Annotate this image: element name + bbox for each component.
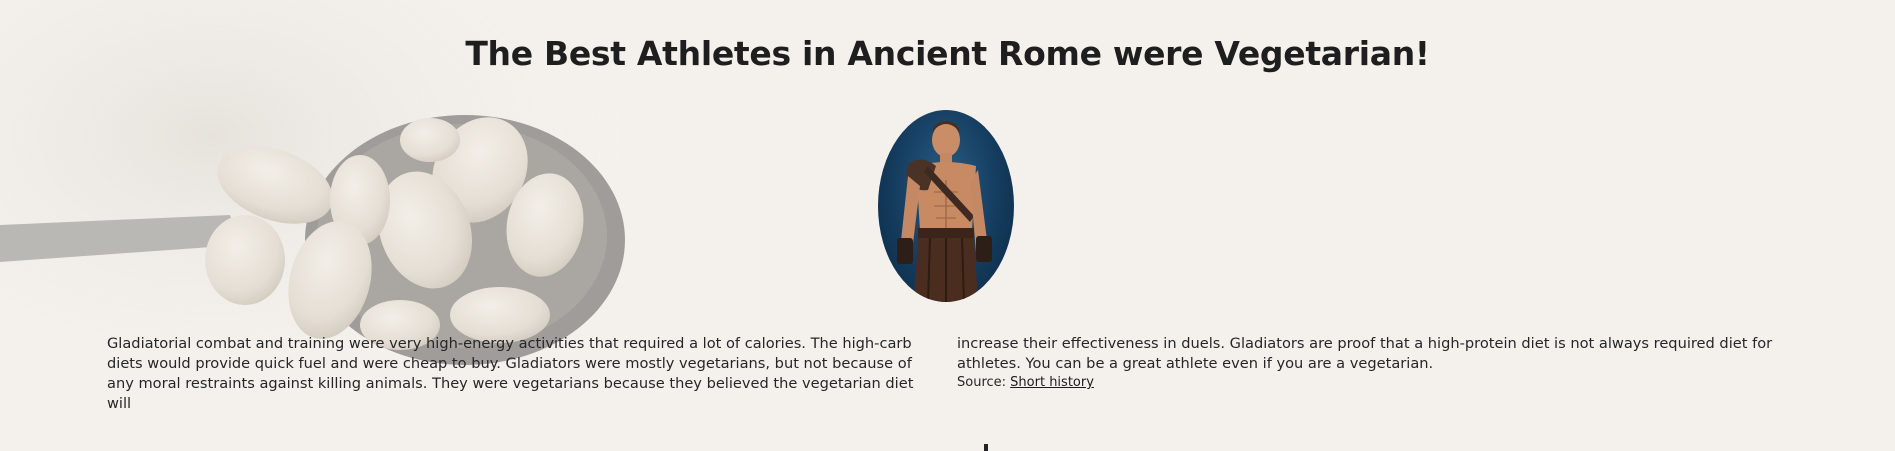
source-line: Source: Short history [957,374,1787,392]
gladiator-portrait [878,110,1014,302]
source-link[interactable]: Short history [1010,375,1094,390]
page-title: The Best Athletes in Ancient Rome were V… [465,34,1430,73]
article-right-column: increase their effectiveness in duels. G… [957,334,1787,392]
source-label: Source: [957,375,1007,390]
next-section-marker [984,444,988,451]
article-paragraph-left: Gladiatorial combat and training were ve… [107,335,914,412]
gladiator-figure-icon [897,121,992,302]
article-paragraph-right: increase their effectiveness in duels. G… [957,335,1773,372]
